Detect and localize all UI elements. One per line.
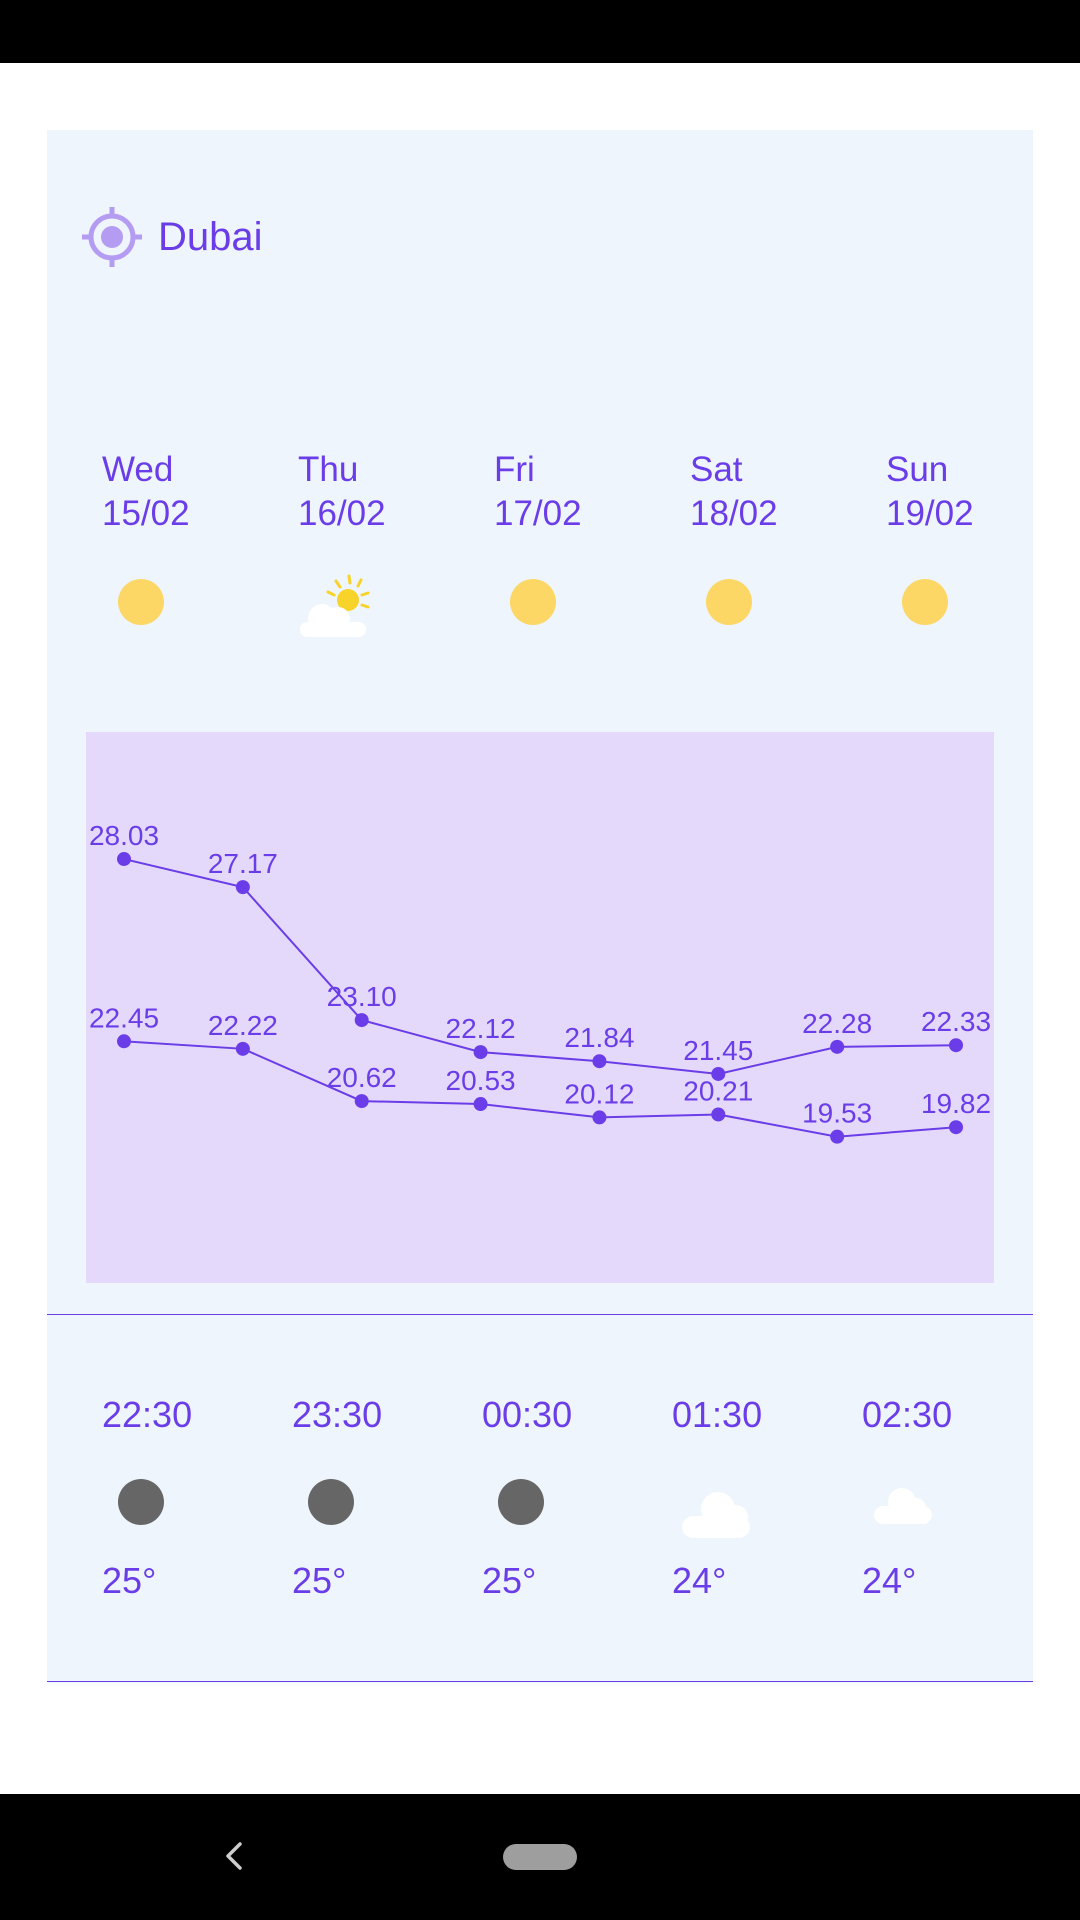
- hour-temp: 25°: [102, 1560, 157, 1601]
- location-header[interactable]: Dubai: [80, 205, 263, 269]
- hour-temp: 24°: [672, 1560, 727, 1601]
- day-weekday: Sat: [690, 450, 743, 489]
- day-weekday: Wed: [102, 450, 174, 489]
- location-name: Dubai: [158, 214, 263, 259]
- partly-sunny-icon: [300, 574, 370, 637]
- home-button[interactable]: [503, 1844, 577, 1870]
- day-date: 16/02: [298, 494, 386, 533]
- hour-time: 23:30: [292, 1394, 383, 1435]
- day-date: 18/02: [690, 494, 778, 533]
- day-weekday: Sun: [886, 450, 949, 489]
- hour-temp: 25°: [292, 1560, 347, 1601]
- sun-icon: [510, 579, 556, 625]
- moon-dot-icon: [308, 1479, 354, 1525]
- section-divider: [47, 1681, 1033, 1682]
- day-weekday: Fri: [494, 450, 535, 489]
- hour-time: 22:30: [102, 1394, 193, 1435]
- sun-icon: [902, 579, 948, 625]
- day-forecast[interactable]: Sat 18/02: [690, 448, 830, 625]
- hour-time: 00:30: [482, 1394, 573, 1435]
- hour-temp: 24°: [862, 1560, 917, 1601]
- section-divider: [47, 1314, 1033, 1315]
- day-forecast[interactable]: Wed 15/02: [102, 448, 242, 625]
- status-bar: [0, 0, 1080, 63]
- sun-icon: [118, 579, 164, 625]
- day-weekday: Thu: [298, 450, 359, 489]
- moon-dot-icon: [498, 1479, 544, 1525]
- sun-icon: [706, 579, 752, 625]
- hour-time: 01:30: [672, 1394, 763, 1435]
- day-forecast[interactable]: Thu 16/02: [298, 448, 438, 637]
- day-forecast[interactable]: Sun 19/02: [886, 448, 1026, 625]
- hour-time: 02:30: [862, 1394, 953, 1435]
- back-icon[interactable]: [218, 1838, 248, 1874]
- location-target-icon: [82, 207, 142, 267]
- day-date: 17/02: [494, 494, 582, 533]
- day-date: 19/02: [886, 494, 974, 533]
- moon-dot-icon: [118, 1479, 164, 1525]
- day-forecast[interactable]: Fri 17/02: [494, 448, 634, 625]
- cloud-icon: [682, 1492, 750, 1538]
- hour-temp: 25°: [482, 1560, 537, 1601]
- day-date: 15/02: [102, 494, 190, 533]
- temperature-chart: [86, 732, 994, 1283]
- small-cloud-icon: [874, 1488, 932, 1524]
